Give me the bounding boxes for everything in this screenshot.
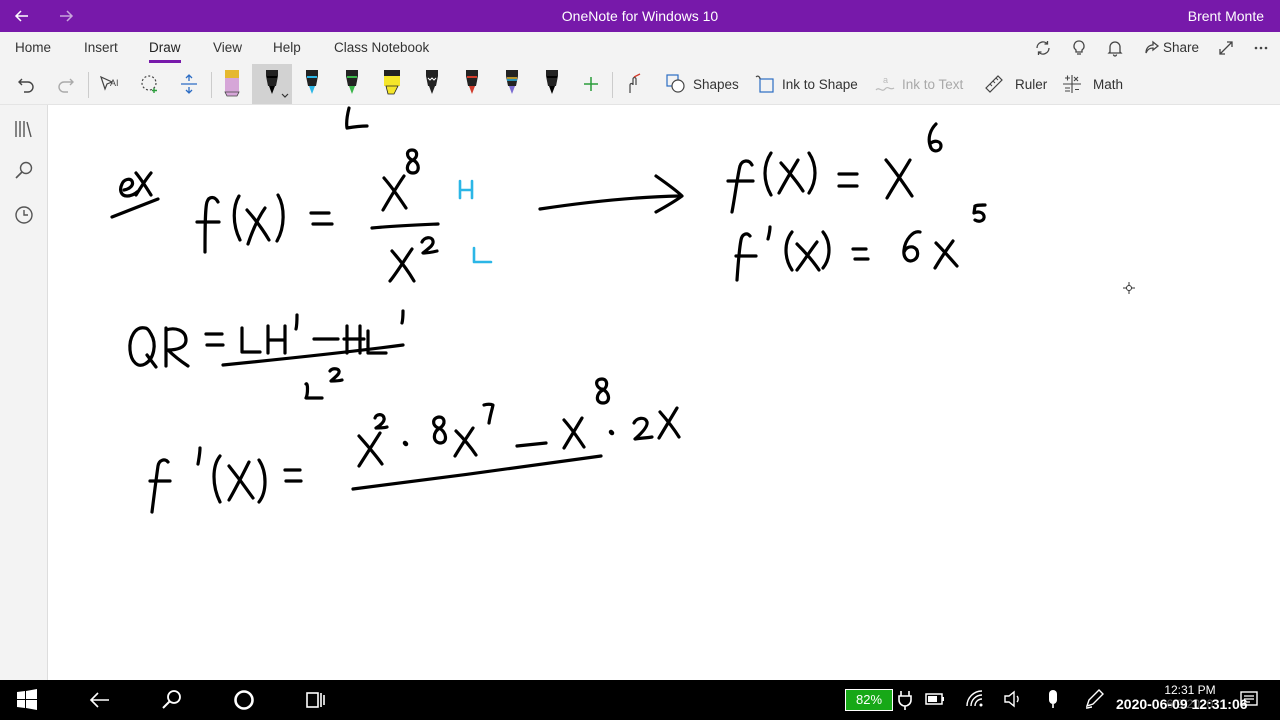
pen-icon — [384, 70, 400, 95]
ink-to-text-button[interactable]: a Ink to Text — [874, 64, 963, 104]
undo-icon — [18, 78, 34, 93]
math-label: Math — [1093, 76, 1124, 92]
draw-toolbar: AI Shapes Ink to Shape a Ink to Text Rul… — [0, 64, 1280, 105]
pen-pen-black-2[interactable] — [532, 64, 572, 104]
svg-text:a: a — [883, 75, 888, 85]
share-icon[interactable] — [1140, 36, 1164, 60]
pen-pen-multicolor[interactable] — [492, 64, 532, 104]
redo-button[interactable] — [54, 64, 78, 104]
ink-to-shape-icon — [755, 75, 774, 93]
shapes-label: Shapes — [693, 76, 739, 92]
ink-to-shape-button[interactable]: Ink to Shape — [754, 64, 858, 104]
volume-icon[interactable] — [1002, 688, 1026, 712]
ribbon-tabs: Home Insert Draw View Help Class Noteboo… — [0, 32, 1280, 64]
redo-icon — [58, 78, 74, 93]
pen-pen-green[interactable] — [332, 64, 372, 104]
pen-icon — [266, 70, 289, 98]
pen-icon — [546, 70, 558, 94]
windows-taskbar: 82% 12:31 PM 6/9/2020 2020-06-09 12:31:0… — [0, 680, 1280, 720]
ruler-icon — [985, 75, 1003, 93]
search-icon[interactable] — [12, 159, 36, 183]
lightbulb-icon[interactable] — [1067, 36, 1091, 60]
recent-notes-icon[interactable] — [12, 203, 36, 227]
toolbar-separator — [88, 72, 89, 98]
tab-home[interactable]: Home — [15, 32, 51, 64]
action-center-icon[interactable] — [1238, 688, 1262, 712]
math-icon — [1063, 75, 1081, 93]
pen-icon — [506, 70, 518, 94]
cortana-icon[interactable] — [232, 688, 256, 712]
svg-text:AI: AI — [110, 78, 119, 88]
share-button[interactable]: Share — [1163, 32, 1199, 64]
plus-icon — [584, 77, 598, 91]
handwritten-ink — [110, 106, 987, 514]
user-name[interactable]: Brent Monte — [1188, 0, 1264, 32]
cursor-icon — [1123, 282, 1135, 294]
pen-icon — [466, 70, 478, 94]
insert-space-icon — [181, 74, 197, 94]
microphone-icon[interactable] — [1042, 688, 1066, 712]
fullscreen-icon[interactable] — [1214, 36, 1238, 60]
bell-icon[interactable] — [1103, 36, 1127, 60]
power-plug-icon — [895, 688, 919, 712]
pen-icon — [306, 70, 318, 94]
task-view-icon[interactable] — [304, 688, 328, 712]
ink-to-text-label: Ink to Text — [902, 76, 964, 92]
pen-icon — [224, 70, 240, 97]
pen-pen-red[interactable] — [452, 64, 492, 104]
wifi-icon[interactable] — [964, 688, 988, 712]
shapes-button[interactable]: Shapes — [665, 64, 739, 104]
pen-pencil[interactable] — [212, 64, 252, 104]
timestamp-overlay: 2020-06-09 12:31:06 — [1116, 696, 1248, 712]
battery-saver-icon[interactable] — [923, 688, 947, 712]
clock-time: 12:31 PM — [1164, 683, 1216, 697]
ink-to-shape-label: Ink to Shape — [782, 76, 858, 92]
pen-pen-cyan[interactable] — [292, 64, 332, 104]
battery-indicator[interactable]: 82% — [845, 689, 893, 711]
lasso-icon — [141, 75, 157, 93]
pen-highlighter-yellow[interactable] — [372, 64, 412, 104]
title-bar: OneNote for Windows 10 Brent Monte — [0, 0, 1280, 32]
undo-button[interactable] — [14, 64, 38, 104]
shapes-icon — [666, 74, 685, 93]
left-sidebar — [0, 105, 48, 680]
add-pen-button[interactable] — [580, 64, 602, 104]
tab-view[interactable]: View — [213, 32, 242, 64]
back-arrow-icon[interactable] — [88, 688, 112, 712]
text-select-icon: AI — [99, 75, 119, 91]
pen-icon — [426, 70, 438, 94]
notebooks-icon[interactable] — [12, 117, 36, 141]
toolbar-separator — [612, 72, 613, 98]
lasso-select-tool[interactable] — [137, 64, 163, 104]
pen-workspace-icon[interactable] — [1083, 688, 1107, 712]
pen-pen-galaxy[interactable] — [412, 64, 452, 104]
pen-pen-black[interactable] — [252, 64, 292, 104]
ink-to-text-icon: a — [875, 75, 895, 91]
tab-class-notebook[interactable]: Class Notebook — [334, 32, 429, 64]
hand-pen-icon — [629, 73, 641, 93]
math-button[interactable]: Math — [1061, 64, 1123, 104]
more-options-icon[interactable] — [1249, 36, 1273, 60]
ruler-label: Ruler — [1015, 76, 1048, 92]
search-icon[interactable] — [160, 688, 184, 712]
type-select-tool[interactable]: AI — [96, 64, 122, 104]
ruler-button[interactable]: Ruler — [983, 64, 1047, 104]
window-title: OneNote for Windows 10 — [561, 8, 719, 24]
tab-insert[interactable]: Insert — [84, 32, 118, 64]
windows-start-icon[interactable] — [16, 688, 40, 712]
pen-icon — [346, 70, 358, 94]
add-space-tool[interactable] — [177, 64, 201, 104]
active-tab-indicator — [149, 60, 181, 63]
sync-icon[interactable] — [1031, 36, 1055, 60]
touch-drawing-toggle[interactable] — [622, 64, 646, 104]
note-canvas[interactable] — [48, 105, 1280, 680]
tab-help[interactable]: Help — [273, 32, 301, 64]
